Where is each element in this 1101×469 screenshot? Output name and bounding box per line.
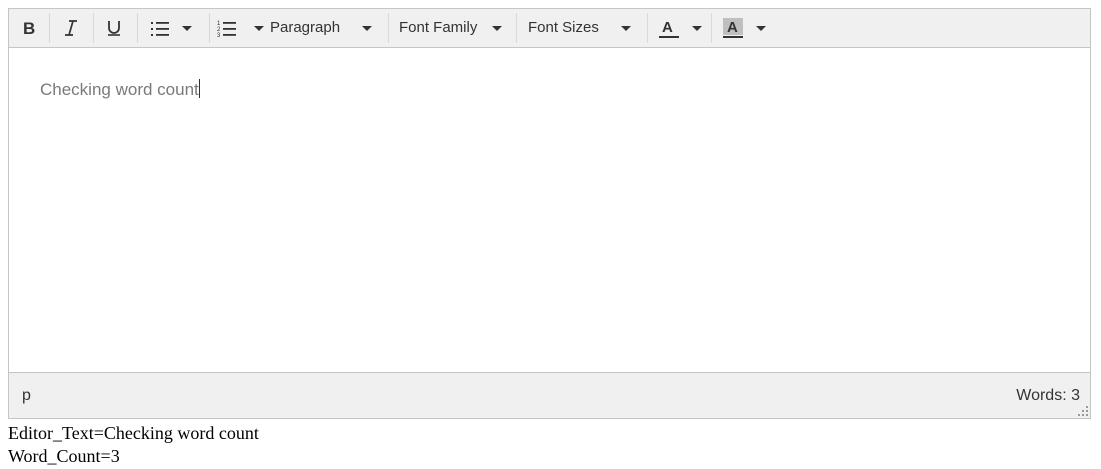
toolbar-divider bbox=[516, 13, 517, 43]
text-cursor bbox=[198, 79, 200, 98]
background-color-button[interactable]: A bbox=[713, 9, 775, 47]
chevron-down-icon bbox=[621, 26, 631, 31]
toolbar-divider bbox=[93, 13, 94, 43]
editor-text-output: Editor_Text=Checking word count bbox=[8, 423, 259, 443]
toolbar-divider bbox=[711, 13, 712, 43]
word-count: Words: 3 bbox=[1016, 387, 1080, 404]
element-path[interactable]: p bbox=[22, 373, 31, 418]
numbered-list-button[interactable]: 1 2 3 bbox=[211, 9, 264, 47]
underline-icon bbox=[108, 21, 120, 36]
editor-toolbar: B 1 2 3 Paragraph Font Family Font Sizes… bbox=[9, 9, 1090, 48]
resize-handle-icon[interactable] bbox=[1078, 406, 1088, 416]
svg-text:3: 3 bbox=[217, 33, 221, 38]
block-format-dropdown[interactable]: Paragraph bbox=[266, 9, 386, 47]
italic-button[interactable] bbox=[57, 9, 85, 47]
editor-statusbar: p Words: 3 bbox=[9, 372, 1090, 418]
toolbar-divider bbox=[209, 13, 210, 43]
text-color-icon: A bbox=[659, 19, 679, 38]
font-family-label: Font Family bbox=[399, 19, 478, 36]
chevron-down-icon bbox=[756, 26, 766, 31]
bullet-list-icon bbox=[151, 22, 169, 36]
font-sizes-label: Font Sizes bbox=[528, 19, 599, 36]
toolbar-divider bbox=[137, 13, 138, 43]
bullet-list-button[interactable] bbox=[145, 9, 197, 47]
chevron-down-icon bbox=[254, 26, 264, 31]
chevron-down-icon bbox=[362, 26, 372, 31]
svg-text:A: A bbox=[662, 19, 673, 36]
bold-icon: B bbox=[23, 20, 35, 36]
numbered-list-icon: 1 2 3 bbox=[217, 21, 236, 38]
rich-text-editor: B 1 2 3 Paragraph Font Family Font Sizes… bbox=[8, 8, 1091, 419]
font-family-dropdown[interactable]: Font Family bbox=[390, 9, 515, 47]
toolbar-divider bbox=[647, 13, 648, 43]
bold-button[interactable]: B bbox=[15, 9, 43, 47]
editor-content-area[interactable]: Checking word count bbox=[9, 48, 1090, 373]
chevron-down-icon bbox=[492, 26, 502, 31]
font-sizes-dropdown[interactable]: Font Sizes bbox=[518, 9, 645, 47]
toolbar-divider bbox=[49, 13, 50, 43]
underline-button[interactable] bbox=[100, 9, 128, 47]
editor-text: Checking word count bbox=[40, 80, 199, 99]
chevron-down-icon bbox=[692, 26, 702, 31]
block-format-label: Paragraph bbox=[270, 19, 341, 36]
text-color-button[interactable]: A bbox=[649, 9, 711, 47]
background-color-icon: A bbox=[723, 18, 743, 38]
svg-text:B: B bbox=[23, 20, 35, 36]
chevron-down-icon bbox=[182, 26, 192, 31]
editor-paragraph[interactable]: Checking word count bbox=[40, 79, 200, 100]
toolbar-divider bbox=[388, 13, 389, 43]
word-count-output: Word_Count=3 bbox=[8, 446, 120, 466]
italic-icon bbox=[65, 20, 77, 36]
svg-text:A: A bbox=[727, 19, 738, 36]
